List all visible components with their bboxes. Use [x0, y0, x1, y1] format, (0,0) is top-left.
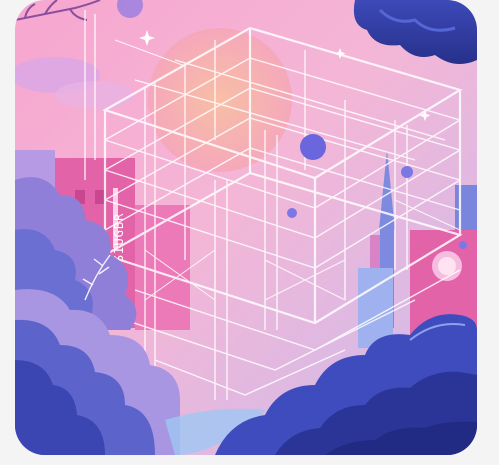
illustration: SIUGBR — [15, 0, 477, 455]
sign-text: SIUGBR — [112, 213, 126, 262]
sun — [148, 28, 292, 172]
building-sign: SIUGBR — [112, 213, 126, 262]
app-icon-artwork: SIUGBR — [15, 0, 477, 455]
page-background: SIUGBR — [0, 0, 499, 465]
